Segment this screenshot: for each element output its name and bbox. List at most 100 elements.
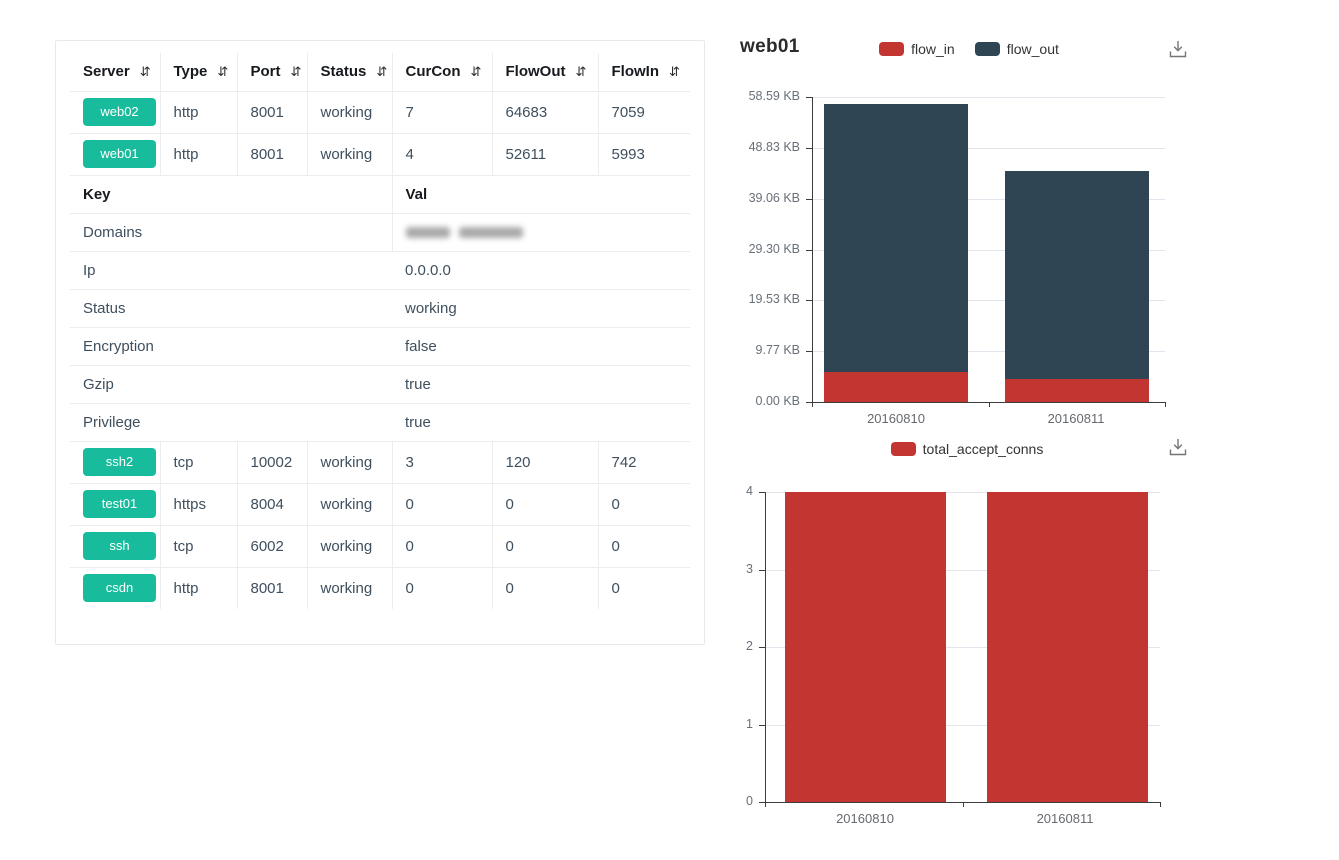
sort-icon[interactable]: ⇵ [140,65,151,80]
cell-port: 8004 [237,483,307,525]
server-button-ssh[interactable]: ssh [83,532,156,560]
legend-swatch [879,42,904,56]
table-row: web01 http 8001 working 4 52611 5993 [70,133,690,175]
x-axis-tick [1160,802,1161,807]
column-header-status[interactable]: Status⇵ [307,53,392,91]
kv-val: true [392,403,690,441]
kv-row-gzip: Gzip true [70,365,690,403]
sort-icon[interactable]: ⇵ [291,65,302,80]
cell-flowin: 7059 [598,91,690,133]
bar-flow_in-20160811[interactable] [1005,379,1149,402]
legend-item-flow-out[interactable]: flow_out [975,41,1059,57]
x-axis-tick [963,802,964,807]
cell-type: http [160,91,237,133]
x-axis-tick [812,402,813,407]
column-header-type[interactable]: Type⇵ [160,53,237,91]
cell-port: 6002 [237,525,307,567]
x-axis-category-label: 20160811 [1005,811,1125,826]
save-as-image-icon[interactable] [1168,40,1188,64]
sort-icon[interactable]: ⇵ [669,65,680,80]
sort-icon[interactable]: ⇵ [376,65,387,80]
x-axis-tick [765,802,766,807]
bar-total_accept_conns-20160811[interactable] [987,492,1148,802]
cell-type: http [160,567,237,609]
cell-flowin: 0 [598,567,690,609]
y-axis-tick-label: 0.00 KB [720,394,800,408]
y-axis-tick-label: 19.53 KB [720,292,800,306]
cell-curcon: 0 [392,567,492,609]
kv-row-ip: Ip 0.0.0.0 [70,251,690,289]
bar-flow_in-20160810[interactable] [824,372,968,402]
table-row: ssh tcp 6002 working 0 0 0 [70,525,690,567]
kv-key: Ip [70,251,392,289]
y-axis-tick-label: 4 [720,484,753,498]
kv-key: Status [70,289,392,327]
cell-type: https [160,483,237,525]
kv-key: Encryption [70,327,392,365]
bar-total_accept_conns-20160810[interactable] [785,492,946,802]
y-axis-tick-label: 9.77 KB [720,343,800,357]
cell-curcon: 7 [392,91,492,133]
kv-key: Domains [70,213,392,251]
cell-flowin: 0 [598,483,690,525]
save-as-image-icon[interactable] [1168,438,1188,462]
y-axis-tick-label: 29.30 KB [720,242,800,256]
legend-swatch [891,442,916,456]
cell-curcon: 4 [392,133,492,175]
server-button-test01[interactable]: test01 [83,490,156,518]
server-table-card: Server⇵ Type⇵ Port⇵ Status⇵ CurCon⇵ Flow… [55,40,705,645]
server-table: Server⇵ Type⇵ Port⇵ Status⇵ CurCon⇵ Flow… [70,53,690,609]
chart-legend: flow_in flow_out [734,41,1204,57]
cell-status: working [307,567,392,609]
server-button-web01[interactable]: web01 [83,140,156,168]
cell-status: working [307,483,392,525]
cell-type: http [160,133,237,175]
cell-status: working [307,91,392,133]
kv-val: working [392,289,690,327]
blurred-domain-value [406,224,532,241]
table-row: test01 https 8004 working 0 0 0 [70,483,690,525]
cell-port: 8001 [237,133,307,175]
legend-item-flow-in[interactable]: flow_in [879,41,955,57]
y-axis-line [765,492,766,802]
x-axis-category-label: 20160811 [1016,411,1136,426]
cell-flowin: 5993 [598,133,690,175]
column-header-port[interactable]: Port⇵ [237,53,307,91]
kv-header-row: Key Val [70,175,690,213]
kv-key-header: Key [70,175,392,213]
server-button-web02[interactable]: web02 [83,98,156,126]
column-header-server[interactable]: Server⇵ [70,53,160,91]
sort-icon[interactable]: ⇵ [576,65,587,80]
y-axis-tick-label: 48.83 KB [720,140,800,154]
conns-bar-chart: total_accept_conns 012342016081020160811 [720,428,1190,828]
kv-key: Privilege [70,403,392,441]
y-axis-tick-label: 0 [720,794,753,808]
sort-icon[interactable]: ⇵ [471,65,482,80]
cell-flowout: 0 [492,567,598,609]
kv-row-domains: Domains [70,213,690,251]
column-header-flowin[interactable]: FlowIn⇵ [598,53,690,91]
column-header-flowout[interactable]: FlowOut⇵ [492,53,598,91]
y-axis-tick-label: 1 [720,717,753,731]
bar-flow_out-20160810[interactable] [824,104,968,371]
cell-flowout: 64683 [492,91,598,133]
cell-flowout: 120 [492,441,598,483]
cell-flowout: 0 [492,483,598,525]
cell-port: 10002 [237,441,307,483]
cell-flowin: 0 [598,525,690,567]
table-row: web02 http 8001 working 7 64683 7059 [70,91,690,133]
y-axis-tick-label: 2 [720,639,753,653]
server-button-csdn[interactable]: csdn [83,574,156,602]
server-button-ssh2[interactable]: ssh2 [83,448,156,476]
bar-flow_out-20160811[interactable] [1005,171,1149,379]
cell-curcon: 3 [392,441,492,483]
cell-status: working [307,525,392,567]
cell-type: tcp [160,525,237,567]
y-axis-tick-label: 58.59 KB [720,89,800,103]
column-header-curcon[interactable]: CurCon⇵ [392,53,492,91]
sort-icon[interactable]: ⇵ [217,65,228,80]
gridline [812,97,1165,98]
x-axis-tick [1165,402,1166,407]
y-axis-line [812,97,813,402]
legend-item-total-accept-conns[interactable]: total_accept_conns [891,441,1044,457]
